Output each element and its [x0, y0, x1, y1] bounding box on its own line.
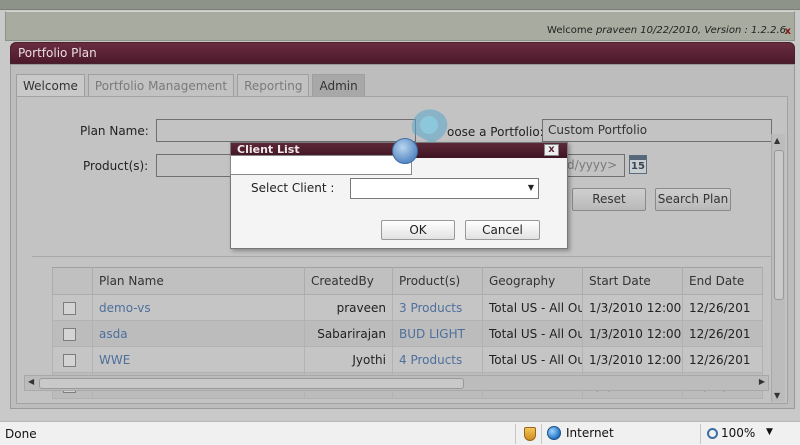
grid-header-row: Plan Name CreatedBy Product(s) Geography…: [52, 267, 763, 295]
start-date-cell: 1/3/2010 12:00: [582, 294, 683, 321]
geography-cell: Total US - All Ou: [482, 346, 583, 373]
globe-icon: [547, 426, 561, 440]
col-header-select: [52, 267, 93, 295]
col-header-end-date[interactable]: End Date: [682, 267, 763, 295]
close-icon[interactable]: x: [785, 26, 791, 37]
drag-handle-icon: [392, 138, 418, 164]
plan-name-input[interactable]: [156, 119, 416, 142]
tab-admin[interactable]: Admin: [312, 74, 365, 97]
vertical-scrollbar[interactable]: ▲ ▼: [771, 134, 785, 402]
products-link[interactable]: 4 Products: [392, 346, 483, 373]
table-row: asda Sabarirajan BUD LIGHT Total US - Al…: [52, 320, 763, 347]
welcome-text: Welcome praveen 10/22/2010, Version : 1.…: [547, 25, 786, 36]
products-link[interactable]: 3 Products: [392, 294, 483, 321]
products-link[interactable]: BUD LIGHT: [392, 320, 483, 347]
zoom-control[interactable]: 100%: [707, 426, 755, 440]
welcome-user: praveen: [595, 25, 638, 36]
cancel-button[interactable]: Cancel: [465, 220, 540, 240]
shield-icon: [524, 427, 536, 441]
zoom-level: 100%: [721, 426, 756, 440]
ok-button[interactable]: OK: [381, 220, 455, 240]
horizontal-scrollbar[interactable]: ◀ ▶: [24, 375, 769, 391]
row-checkbox-cell: [52, 346, 93, 373]
row-checkbox-cell: [52, 320, 93, 347]
plan-name-link[interactable]: asda: [92, 320, 305, 347]
col-header-plan-name[interactable]: Plan Name: [92, 267, 305, 295]
version-text: Version : 1.2.2.6: [704, 25, 786, 36]
created-by-cell: Jyothi: [304, 346, 393, 373]
close-icon[interactable]: x: [544, 144, 559, 156]
portlet-header: Portfolio Plan: [10, 42, 795, 64]
reset-button[interactable]: Reset: [572, 188, 646, 211]
row-checkbox-cell: [52, 294, 93, 321]
end-date-cell: 12/26/201: [682, 346, 763, 373]
created-by-cell: Sabarirajan: [304, 320, 393, 347]
select-client-label: Select Client :: [251, 181, 335, 195]
portlet-title: Portfolio Plan: [18, 46, 97, 60]
geography-cell: Total US - All Ou: [482, 320, 583, 347]
products-label: Product(s):: [83, 159, 149, 173]
calendar-day: 15: [631, 161, 645, 172]
welcome-label: Welcome: [547, 25, 593, 36]
products-input[interactable]: [156, 154, 236, 177]
app-top-bar: [0, 0, 800, 10]
start-date-cell: 1/3/2010 12:00: [582, 346, 683, 373]
tab-bar: Welcome Portfolio Management Reporting A…: [16, 74, 368, 97]
col-header-products[interactable]: Product(s): [392, 267, 483, 295]
date-placeholder: /d/yyyy>: [563, 158, 618, 172]
end-date-cell: 12/26/201: [682, 320, 763, 347]
overlay-blank-box: [230, 155, 412, 175]
chevron-down-icon[interactable]: ▼: [766, 427, 773, 437]
client-select[interactable]: ▼: [350, 178, 539, 199]
row-checkbox[interactable]: [63, 353, 76, 367]
scroll-up-icon[interactable]: ▲: [774, 136, 780, 145]
start-date-cell: 1/3/2010 12:00: [582, 320, 683, 347]
tab-reporting[interactable]: Reporting: [237, 74, 310, 97]
row-checkbox[interactable]: [63, 327, 76, 341]
status-text: Done: [5, 427, 37, 441]
portfolio-select[interactable]: Custom Portfolio: [542, 119, 772, 142]
col-header-geography[interactable]: Geography: [482, 267, 583, 295]
form-divider: [32, 256, 772, 257]
tab-welcome[interactable]: Welcome: [16, 74, 85, 97]
end-date-cell: 12/26/201: [682, 294, 763, 321]
plan-name-link[interactable]: demo-vs: [92, 294, 305, 321]
chevron-down-icon: ▼: [527, 183, 534, 192]
welcome-date: 10/22/2010,: [640, 25, 702, 36]
security-zone: Internet: [547, 426, 614, 440]
created-by-cell: praveen: [304, 294, 393, 321]
scroll-left-icon[interactable]: ◀: [28, 377, 34, 386]
portfolio-select-value: Custom Portfolio: [548, 123, 648, 137]
table-row: WWE Jyothi 4 Products Total US - All Ou …: [52, 346, 763, 373]
table-row: demo-vs praveen 3 Products Total US - Al…: [52, 294, 763, 321]
browser-status-bar: Done Internet 100% ▼: [0, 421, 800, 445]
calendar-icon[interactable]: 15: [629, 155, 647, 174]
tab-portfolio-management[interactable]: Portfolio Management: [87, 74, 235, 97]
col-header-created-by[interactable]: CreatedBy: [304, 267, 393, 295]
vertical-scroll-thumb[interactable]: [774, 150, 784, 300]
security-zone-label: Internet: [566, 426, 614, 440]
scroll-right-icon[interactable]: ▶: [759, 377, 765, 386]
horizontal-scroll-thumb[interactable]: [39, 378, 464, 389]
plan-name-link[interactable]: WWE: [92, 346, 305, 373]
plan-name-label: Plan Name:: [80, 124, 149, 138]
geography-cell: Total US - All Ou: [482, 294, 583, 321]
welcome-bar: Welcome praveen 10/22/2010, Version : 1.…: [5, 11, 795, 41]
zoom-icon: [707, 427, 718, 439]
choose-portfolio-label: oose a Portfolio:: [447, 125, 544, 139]
row-checkbox[interactable]: [63, 301, 76, 315]
scroll-down-icon[interactable]: ▼: [774, 391, 780, 400]
search-plan-button[interactable]: Search Plan: [655, 188, 731, 211]
col-header-start-date[interactable]: Start Date: [582, 267, 683, 295]
